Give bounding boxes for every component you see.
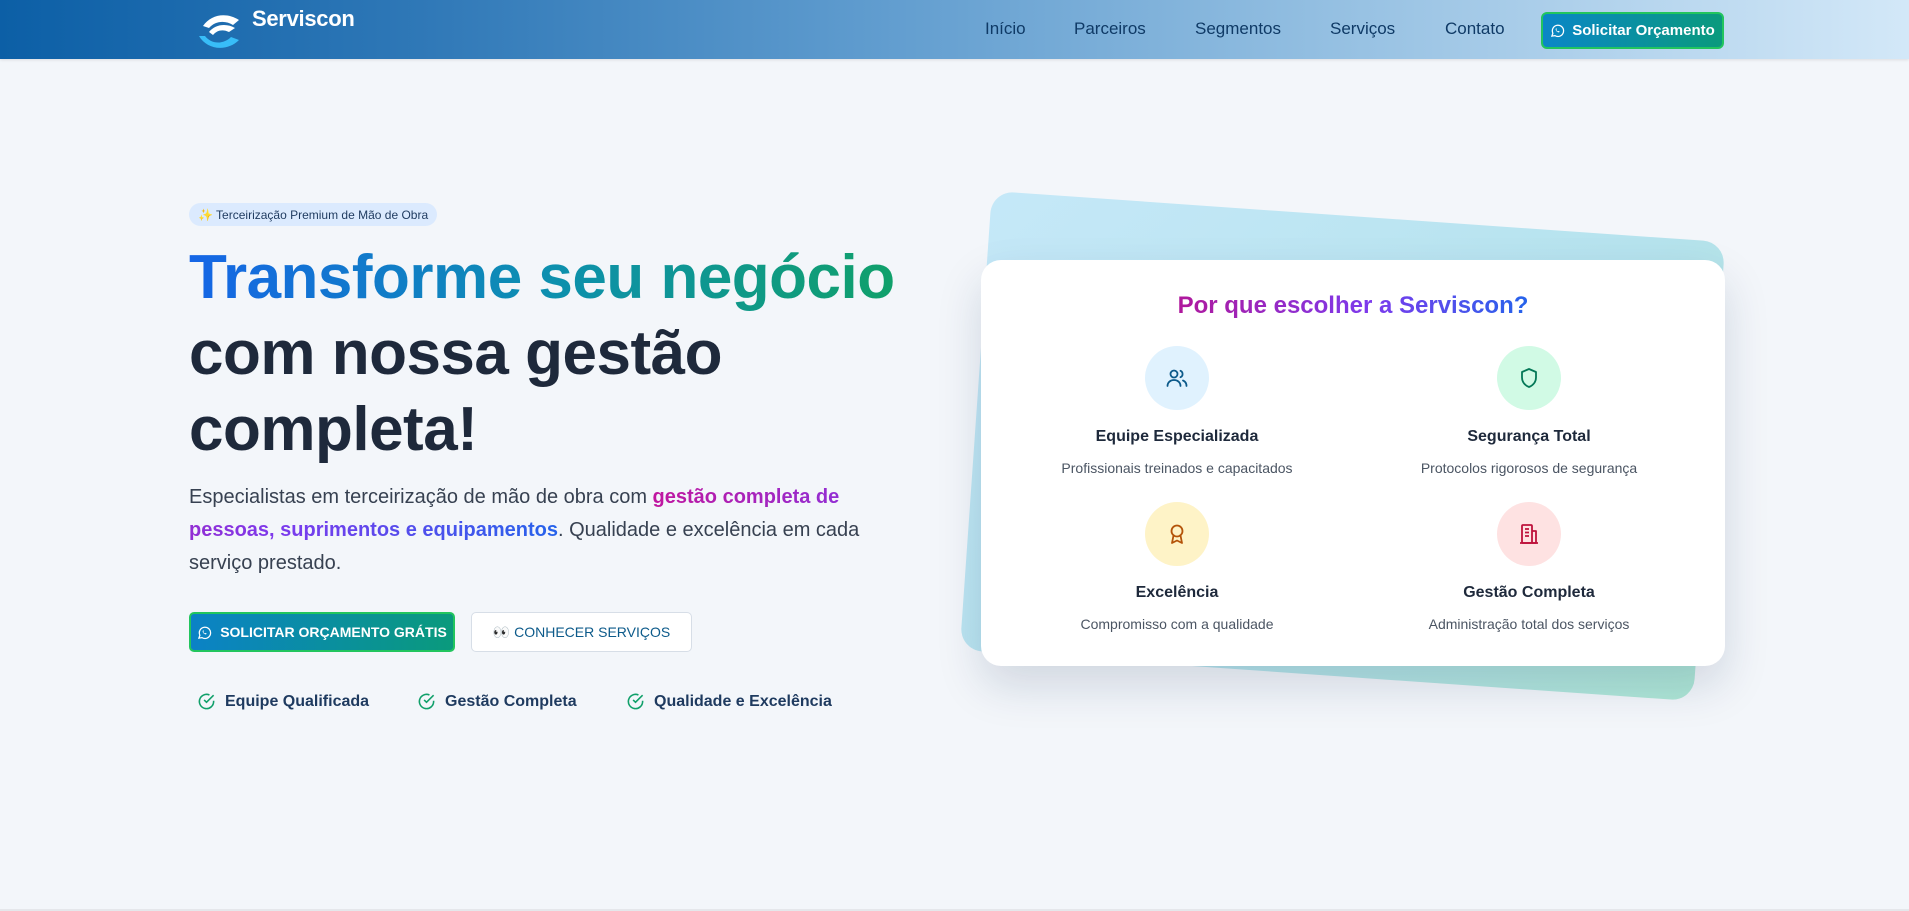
whatsapp-icon — [1551, 24, 1565, 38]
request-quote-label: Solicitar Orçamento — [1572, 22, 1715, 39]
benefit-title: Gestão Completa — [1463, 584, 1595, 601]
whatsapp-icon — [198, 626, 212, 639]
brand-logo[interactable]: Serviscon — [193, 6, 355, 52]
brand-name: Serviscon — [252, 6, 355, 31]
nav-item-servicos[interactable]: Serviços — [1330, 19, 1395, 39]
benefit-title: Excelência — [1135, 584, 1219, 601]
feature-item: Equipe Qualificada — [197, 692, 369, 711]
free-quote-label: SOLICITAR ORÇAMENTO GRÁTIS — [220, 624, 447, 640]
hero-description: Especialistas em terceirização de mão de… — [189, 481, 909, 580]
award-icon — [1145, 502, 1209, 566]
benefit-item: Segurança Total Protocolos rigorosos de … — [1353, 346, 1705, 476]
benefit-desc: Protocolos rigorosos de segurança — [1420, 460, 1638, 476]
benefit-desc: Compromisso com a qualidade — [1080, 616, 1274, 632]
benefit-desc: Profissionais treinados e capacitados — [1061, 460, 1293, 476]
benefit-item: Equipe Especializada Profissionais trein… — [1001, 346, 1353, 476]
hero-desc-start: Especialistas em terceirização de mão de… — [189, 486, 653, 508]
view-services-label: 👀 CONHECER SERVIÇOS — [492, 623, 671, 640]
benefit-title: Segurança Total — [1467, 428, 1591, 445]
card-title: Por que escolher a Serviscon? — [1177, 292, 1529, 319]
feature-item: Gestão Completa — [417, 692, 577, 711]
logo-icon — [199, 15, 239, 48]
check-circle-icon — [198, 693, 215, 710]
request-quote-button[interactable]: Solicitar Orçamento — [1541, 12, 1724, 49]
feature-label: Equipe Qualificada — [225, 692, 370, 710]
nav-item-contato[interactable]: Contato — [1445, 19, 1505, 39]
users-icon — [1145, 346, 1209, 410]
hero-badge: ✨ Terceirização Premium de Mão de Obra — [189, 203, 438, 226]
hero-title: Transforme seu negócio com nossa gestão … — [189, 240, 909, 468]
site-header: Serviscon Início Parceiros Segmentos Ser… — [0, 0, 1909, 59]
feature-item: Qualidade e Excelência — [626, 692, 832, 711]
shield-icon — [1497, 346, 1561, 410]
nav-item-inicio[interactable]: Início — [985, 19, 1026, 39]
hero-badge-text: ✨ Terceirização Premium de Mão de Obra — [198, 207, 429, 222]
benefit-item: Gestão Completa Administração total dos … — [1353, 502, 1705, 632]
check-circle-icon — [627, 693, 644, 710]
why-choose-card: Por que escolher a Serviscon? Equipe Esp… — [981, 260, 1725, 666]
benefit-item: Excelência Compromisso com a qualidade — [1001, 502, 1353, 632]
nav-item-segmentos[interactable]: Segmentos — [1195, 19, 1281, 39]
hero-title-rest: com nossa gestão completa! — [189, 319, 722, 464]
free-quote-button[interactable]: SOLICITAR ORÇAMENTO GRÁTIS — [189, 612, 455, 652]
feature-label: Qualidade e Excelência — [654, 692, 832, 710]
benefit-desc: Administração total dos serviços — [1428, 616, 1630, 632]
benefit-title: Equipe Especializada — [1095, 428, 1259, 445]
hero-title-highlight: Transforme seu negócio — [189, 243, 895, 312]
nav-item-parceiros[interactable]: Parceiros — [1074, 19, 1146, 39]
check-circle-icon — [418, 693, 435, 710]
feature-label: Gestão Completa — [445, 692, 577, 710]
view-services-button[interactable]: 👀 CONHECER SERVIÇOS — [471, 612, 692, 652]
building-icon — [1497, 502, 1561, 566]
